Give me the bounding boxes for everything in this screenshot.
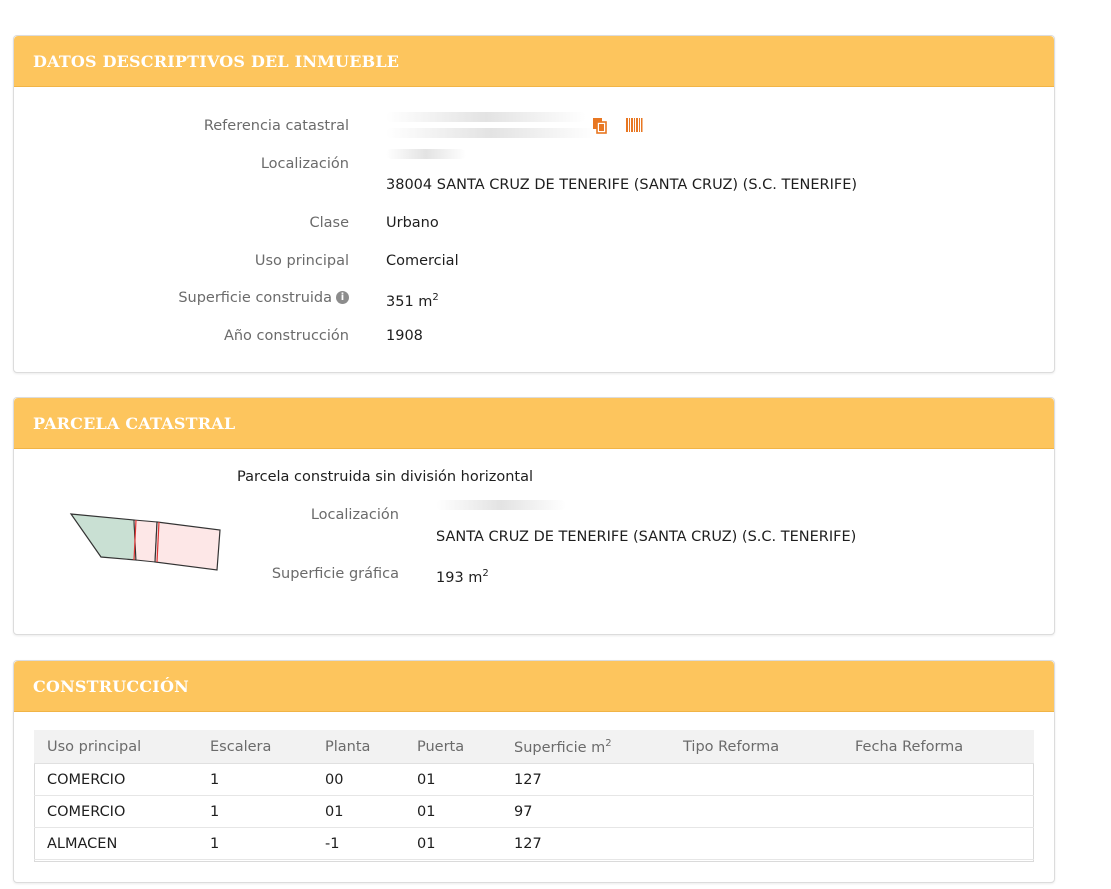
superficie-grafica-value: 193 m: [436, 569, 483, 586]
datos-descriptivos-panel: DATOS DESCRIPTIVOS DEL INMUEBLE Referenc…: [13, 35, 1055, 373]
superficie-construida-unit-sup: 2: [432, 292, 439, 303]
cell-puerta: 01: [404, 795, 501, 828]
col-header-tipo-reforma: Tipo Reforma: [670, 730, 842, 764]
cell-uso: COMERCIO: [34, 763, 197, 796]
cell-planta: 00: [312, 763, 404, 796]
cell-fecha-reforma: [842, 827, 1034, 860]
table-row: COMERCIO 1 01 01 97: [34, 795, 1034, 828]
parcela-catastral-title: PARCELA CATASTRAL: [33, 413, 236, 433]
col-header-escalera: Escalera: [197, 730, 312, 764]
col-header-superficie-text: Superficie m: [514, 739, 606, 756]
anio-construccion-value: 1908: [386, 328, 423, 344]
col-header-uso-principal: Uso principal: [34, 730, 197, 764]
cell-fecha-reforma: [842, 763, 1034, 796]
construccion-title: CONSTRUCCIÓN: [33, 676, 189, 696]
cell-superficie: 127: [501, 763, 670, 796]
cell-superficie: 97: [501, 795, 670, 828]
referencia-catastral-label: Referencia catastral: [203, 118, 349, 134]
cell-fecha-reforma: [842, 795, 1034, 828]
parcela-catastral-header: PARCELA CATASTRAL: [14, 398, 1054, 449]
superficie-construida-value-row: 351 m2: [386, 289, 439, 311]
localizacion-value: 38004 SANTA CRUZ DE TENERIFE (SANTA CRUZ…: [386, 177, 858, 193]
localizacion-label: Localización: [260, 156, 349, 172]
table-row: ALMACEN 1 -1 01 127: [34, 827, 1034, 860]
cell-escalera: 1: [197, 763, 312, 796]
superficie-construida-value: 351 m: [386, 293, 433, 310]
construccion-panel: CONSTRUCCIÓN Uso principal Escalera Plan…: [13, 660, 1055, 883]
cell-tipo-reforma: [670, 827, 842, 860]
construccion-table-header-row: Uso principal Escalera Planta Puerta Sup…: [34, 730, 1034, 764]
col-header-planta: Planta: [312, 730, 404, 764]
clase-value: Urbano: [386, 215, 439, 231]
barcode-icon[interactable]: [625, 116, 643, 134]
parcela-street-redacted: [436, 500, 566, 510]
parcela-localizacion-label: Localización: [310, 507, 399, 523]
superficie-grafica-label: Superficie gráfica: [271, 566, 399, 582]
cell-tipo-reforma: [670, 763, 842, 796]
col-header-fecha-reforma: Fecha Reforma: [842, 730, 1034, 764]
datos-descriptivos-title: DATOS DESCRIPTIVOS DEL INMUEBLE: [33, 51, 400, 71]
cell-puerta: 01: [404, 763, 501, 796]
parcela-catastral-panel: PARCELA CATASTRAL Parcela construida sin…: [13, 397, 1055, 635]
info-icon[interactable]: i: [336, 290, 349, 304]
parcela-localizacion-value: SANTA CRUZ DE TENERIFE (SANTA CRUZ) (S.C…: [436, 529, 857, 545]
referencia-catastral-value-redacted: [386, 112, 586, 122]
cell-escalera: 1: [197, 827, 312, 860]
copy-icon[interactable]: [591, 116, 609, 134]
anio-construccion-label: Año construcción: [223, 328, 349, 344]
cell-uso: ALMACEN: [34, 827, 197, 860]
cell-uso: COMERCIO: [34, 795, 197, 828]
col-header-puerta: Puerta: [404, 730, 501, 764]
localizacion-street-redacted: [386, 149, 466, 159]
uso-principal-label: Uso principal: [254, 253, 349, 269]
referencia-catastral-value-redacted-2: [386, 128, 596, 138]
construccion-table: Uso principal Escalera Planta Puerta Sup…: [34, 730, 1034, 860]
datos-descriptivos-header: DATOS DESCRIPTIVOS DEL INMUEBLE: [14, 36, 1054, 87]
col-header-superficie-sup: 2: [605, 737, 612, 749]
cell-tipo-reforma: [670, 795, 842, 828]
parcela-subtitle: Parcela construida sin división horizont…: [237, 469, 533, 485]
cell-superficie: 127: [501, 827, 670, 860]
cell-planta: 01: [312, 795, 404, 828]
superficie-construida-label-row: Superficie construida i: [14, 289, 349, 307]
table-row: COMERCIO 1 00 01 127: [34, 763, 1034, 796]
superficie-grafica-value-row: 193 m2: [436, 565, 489, 587]
clase-label: Clase: [309, 215, 349, 231]
cell-escalera: 1: [197, 795, 312, 828]
cell-planta: -1: [312, 827, 404, 860]
cell-puerta: 01: [404, 827, 501, 860]
construccion-header: CONSTRUCCIÓN: [14, 661, 1054, 712]
superficie-grafica-unit-sup: 2: [482, 568, 489, 579]
col-header-superficie: Superficie m2: [501, 730, 670, 764]
superficie-construida-label: Superficie construida: [178, 290, 332, 306]
uso-principal-value: Comercial: [386, 253, 459, 269]
